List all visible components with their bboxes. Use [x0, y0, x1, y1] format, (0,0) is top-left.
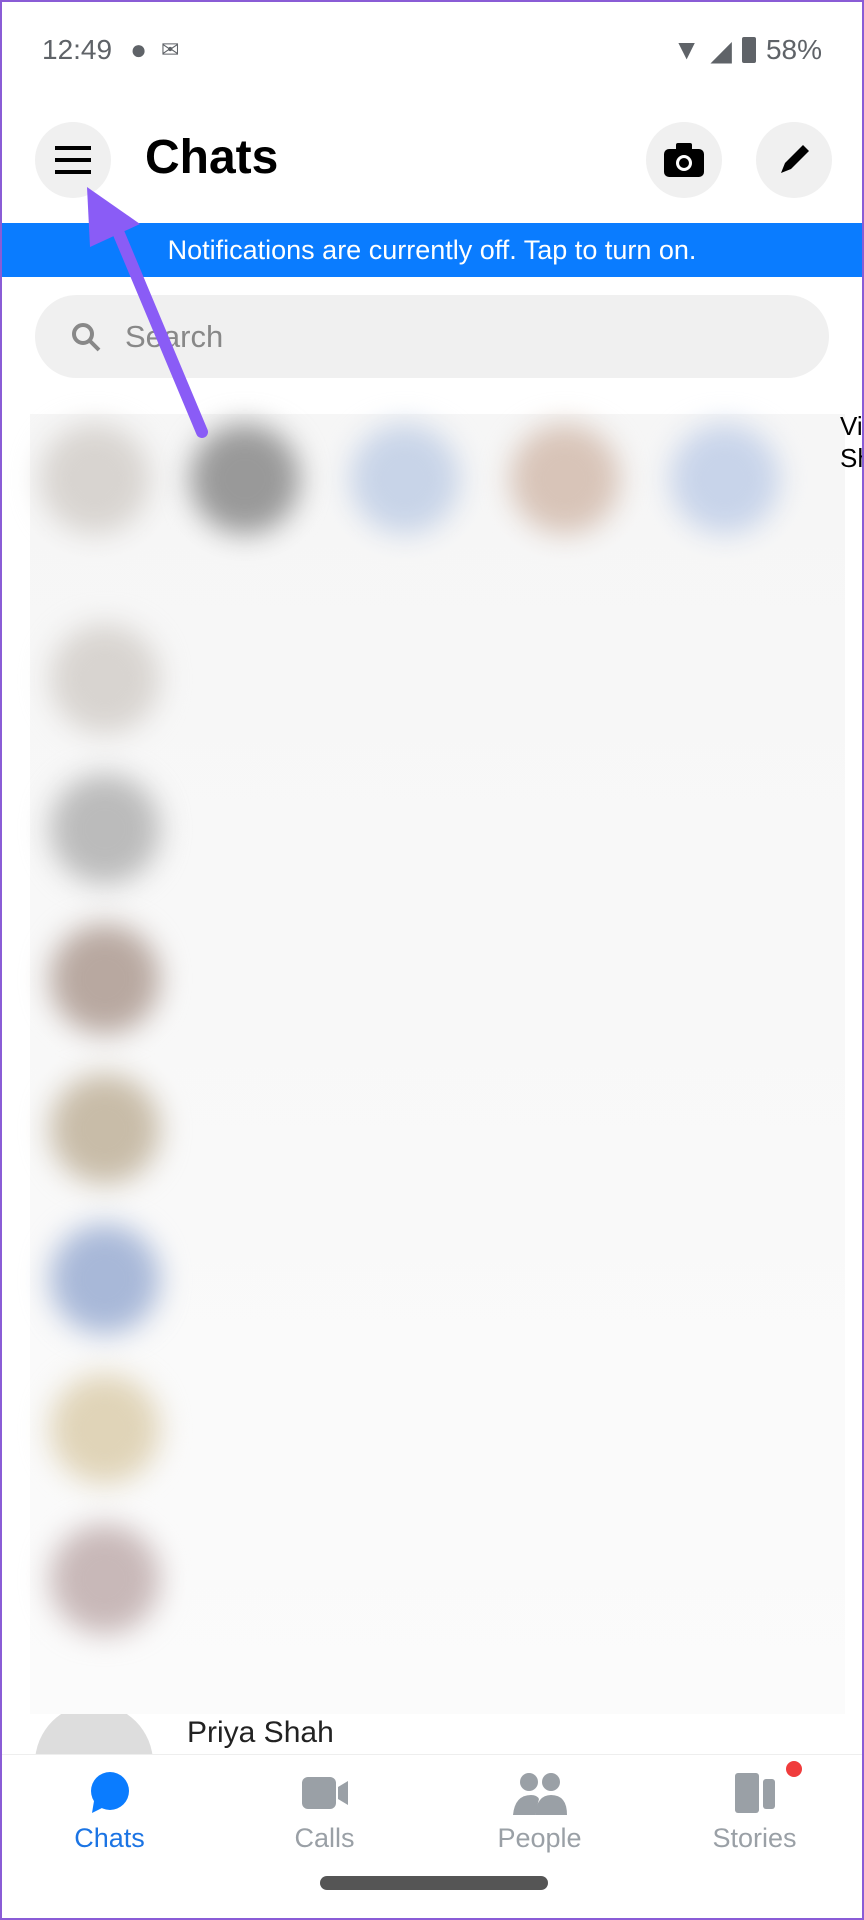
avatar	[35, 1714, 153, 1754]
battery-percent: 58%	[765, 34, 822, 65]
notification-badge	[786, 1761, 802, 1777]
tab-people[interactable]: People	[432, 1755, 647, 1854]
hamburger-icon	[55, 146, 91, 174]
chat-bubble-icon	[90, 1772, 129, 1813]
tab-label: Calls	[294, 1823, 355, 1853]
tab-label: People	[497, 1823, 582, 1853]
wifi-icon: ▼	[672, 34, 701, 65]
tab-stories[interactable]: Stories	[647, 1755, 862, 1854]
search-icon	[72, 322, 101, 351]
signal-icon: ◢	[710, 34, 732, 66]
people-icon	[512, 1773, 567, 1815]
blurred-chat-list	[30, 414, 845, 1714]
battery-icon	[741, 37, 756, 63]
bottom-nav: Chats Calls People Stories	[2, 1754, 862, 1854]
banner-text: Notifications are currently off. Tap to …	[167, 234, 697, 265]
status-bar: 12:49 ● ✉ ▼ ◢ 58%	[42, 30, 822, 70]
tab-label: Chats	[74, 1823, 145, 1853]
search-input[interactable]: Search	[35, 295, 829, 378]
page-title: Chats	[145, 131, 279, 184]
outlook-notification-icon: ✉	[161, 37, 180, 62]
camera-icon	[664, 143, 704, 177]
search-placeholder: Search	[125, 318, 224, 354]
chat-name: Priya Shah	[187, 1716, 334, 1749]
home-indicator[interactable]	[320, 1876, 548, 1890]
pencil-icon	[781, 145, 809, 173]
menu-button[interactable]	[35, 122, 111, 198]
chat-item[interactable]: Priya Shah	[35, 1714, 862, 1754]
camera-button[interactable]	[646, 122, 722, 198]
tab-chats[interactable]: Chats	[2, 1755, 217, 1854]
stories-icon	[734, 1773, 775, 1813]
tab-label: Stories	[712, 1823, 797, 1853]
story-item-partial[interactable]: Vi Sh	[840, 410, 862, 474]
clock: 12:49	[42, 34, 113, 65]
new-message-button[interactable]	[756, 122, 832, 198]
tab-calls[interactable]: Calls	[217, 1755, 432, 1854]
video-camera-icon	[301, 1777, 348, 1809]
notifications-banner[interactable]: Notifications are currently off. Tap to …	[2, 223, 862, 277]
message-notification-icon: ●	[130, 34, 147, 65]
